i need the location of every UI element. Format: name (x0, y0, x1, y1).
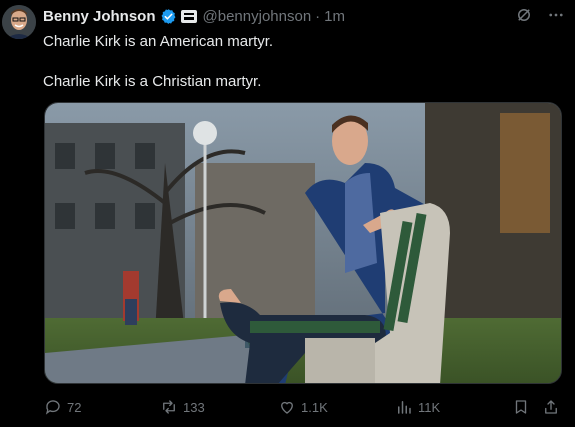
tweet-header: Benny Johnson @bennyjohnson · 1m (43, 6, 555, 26)
author-name[interactable]: Benny Johnson (43, 8, 156, 25)
author-avatar[interactable] (2, 5, 36, 39)
reply-icon (45, 400, 60, 415)
share-icon (545, 400, 557, 414)
grok-icon[interactable] (515, 6, 533, 24)
separator-dot: · (315, 7, 321, 25)
tweet-text-line-1: Charlie Kirk is an American martyr. (43, 33, 274, 50)
like-icon (281, 401, 293, 414)
views-count: 11K (418, 399, 441, 415)
tweet-text: Charlie Kirk is an American martyr. Char… (43, 32, 559, 92)
affiliate-badge-icon[interactable] (180, 9, 197, 23)
more-icon[interactable] (547, 6, 565, 24)
verified-badge-icon (161, 8, 175, 24)
tweet[interactable]: Benny Johnson @bennyjohnson · 1m Charlie… (0, 0, 575, 427)
post-time[interactable]: 1m (324, 8, 345, 25)
tweet-top-actions (515, 6, 565, 24)
reply-count: 72 (67, 399, 82, 415)
reply-button[interactable]: 72 (44, 396, 81, 418)
like-button[interactable]: 1.1K (278, 396, 328, 418)
views-button[interactable]: 11K (395, 396, 440, 418)
tweet-actions-bar: 72 133 1.1K 11K (44, 396, 562, 418)
bookmark-button[interactable] (512, 396, 530, 418)
photo-image (45, 103, 561, 383)
repost-button[interactable]: 133 (160, 396, 205, 418)
repost-count: 133 (183, 399, 205, 415)
bookmark-icon (515, 400, 527, 414)
tweet-text-line-2: Charlie Kirk is a Christian martyr. (43, 73, 262, 90)
repost-icon (163, 400, 175, 414)
views-icon (398, 401, 411, 414)
author-handle[interactable]: @bennyjohnson (203, 8, 312, 25)
like-count: 1.1K (301, 399, 328, 415)
tweet-photo[interactable] (44, 102, 562, 384)
share-button[interactable] (542, 396, 560, 418)
